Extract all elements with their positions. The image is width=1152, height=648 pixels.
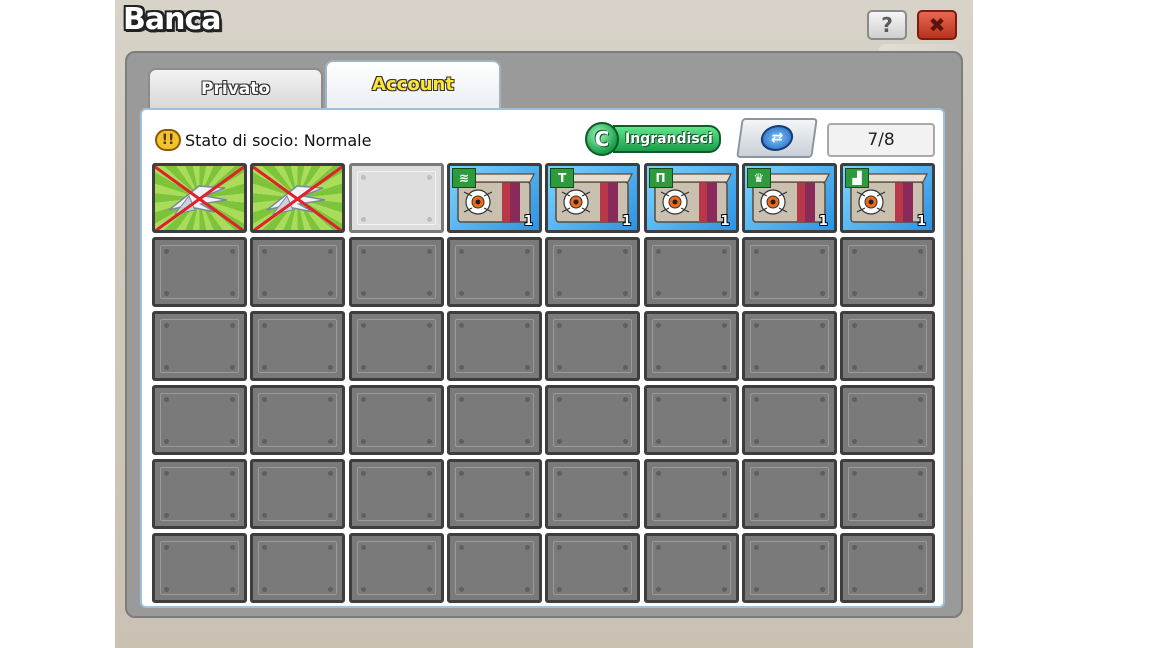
- item-slot[interactable]: Π1: [643, 163, 739, 233]
- swap-icon: ⇄: [759, 125, 795, 151]
- empty-slot[interactable]: [741, 311, 837, 381]
- warning-icon: !!: [155, 129, 181, 151]
- swap-button[interactable]: ⇄: [736, 118, 818, 158]
- empty-slot[interactable]: [741, 459, 837, 529]
- item-quantity: 1: [523, 214, 533, 229]
- empty-slot[interactable]: [446, 311, 542, 381]
- item-grid: ≋ 1 T 1 Π 1 ♛ 1 ▟ 1: [152, 163, 936, 603]
- tab-account[interactable]: Account: [325, 60, 501, 110]
- empty-slot[interactable]: [741, 533, 837, 603]
- crown-category-icon: ♛: [746, 168, 771, 188]
- hair-category-icon: ≋: [451, 168, 476, 188]
- item-quantity: 1: [720, 214, 730, 229]
- tab-label: Account: [372, 74, 454, 95]
- empty-slot[interactable]: [545, 459, 641, 529]
- empty-slot[interactable]: [741, 385, 837, 455]
- empty-slot[interactable]: [152, 385, 247, 455]
- membership-status-text: Stato di socio: Normale: [185, 130, 372, 150]
- empty-slot[interactable]: [446, 237, 542, 307]
- cross-mark-icon: [253, 166, 343, 230]
- window-title: Banca: [123, 2, 221, 37]
- empty-slot[interactable]: [348, 533, 444, 603]
- empty-slot[interactable]: [250, 459, 346, 529]
- pants-category-icon: Π: [648, 168, 673, 188]
- empty-slot[interactable]: [840, 533, 936, 603]
- tab-label: Privato: [200, 79, 271, 99]
- empty-slot[interactable]: [250, 237, 346, 307]
- empty-slot[interactable]: [643, 311, 739, 381]
- capacity-counter: 7/8: [827, 123, 935, 157]
- shirt-category-icon: T: [550, 168, 575, 188]
- empty-slot[interactable]: [152, 459, 247, 529]
- tab-privato[interactable]: Privato: [148, 68, 323, 110]
- empty-slot[interactable]: [348, 385, 444, 455]
- empty-slot[interactable]: [545, 385, 641, 455]
- item-quantity: 1: [818, 214, 828, 229]
- empty-slot[interactable]: [446, 533, 542, 603]
- empty-slot[interactable]: [348, 237, 444, 307]
- empty-slot[interactable]: [643, 533, 739, 603]
- empty-slot[interactable]: [348, 311, 444, 381]
- empty-slot[interactable]: [152, 533, 247, 603]
- membership-status: !! Stato di socio: Normale: [155, 126, 371, 154]
- cross-mark-icon: [155, 166, 244, 230]
- empty-slot[interactable]: [545, 533, 641, 603]
- empty-slot[interactable]: [840, 237, 936, 307]
- enlarge-button[interactable]: C Ingrandisci: [585, 122, 723, 156]
- empty-slot[interactable]: [643, 237, 739, 307]
- empty-slot[interactable]: [741, 237, 837, 307]
- item-slot[interactable]: [152, 163, 247, 233]
- empty-slot[interactable]: [840, 459, 936, 529]
- close-icon: ✖: [928, 13, 946, 37]
- empty-slot[interactable]: [446, 459, 542, 529]
- empty-slot[interactable]: [545, 237, 641, 307]
- empty-slot[interactable]: [348, 163, 444, 233]
- item-slot[interactable]: ▟ 1: [840, 163, 936, 233]
- item-slot[interactable]: ♛ 1: [741, 163, 837, 233]
- help-button[interactable]: ?: [867, 10, 907, 40]
- empty-slot[interactable]: [545, 311, 641, 381]
- empty-slot[interactable]: [840, 385, 936, 455]
- cash-coin-icon: C: [585, 122, 619, 156]
- empty-slot[interactable]: [840, 311, 936, 381]
- close-button[interactable]: ✖: [917, 10, 957, 40]
- empty-slot[interactable]: [250, 533, 346, 603]
- empty-slot[interactable]: [250, 385, 346, 455]
- empty-slot[interactable]: [446, 385, 542, 455]
- empty-slot[interactable]: [643, 385, 739, 455]
- empty-slot[interactable]: [348, 459, 444, 529]
- item-quantity: 1: [622, 214, 632, 229]
- empty-slot[interactable]: [643, 459, 739, 529]
- help-icon: ?: [881, 13, 893, 37]
- shoe-category-icon: ▟: [845, 168, 870, 188]
- empty-slot[interactable]: [250, 311, 346, 381]
- item-quantity: 1: [917, 214, 927, 229]
- item-slot[interactable]: ≋ 1: [446, 163, 542, 233]
- empty-slot[interactable]: [152, 311, 247, 381]
- enlarge-label: Ingrandisci: [613, 125, 721, 153]
- item-slot[interactable]: T1: [545, 163, 641, 233]
- empty-slot[interactable]: [152, 237, 247, 307]
- item-slot[interactable]: [250, 163, 346, 233]
